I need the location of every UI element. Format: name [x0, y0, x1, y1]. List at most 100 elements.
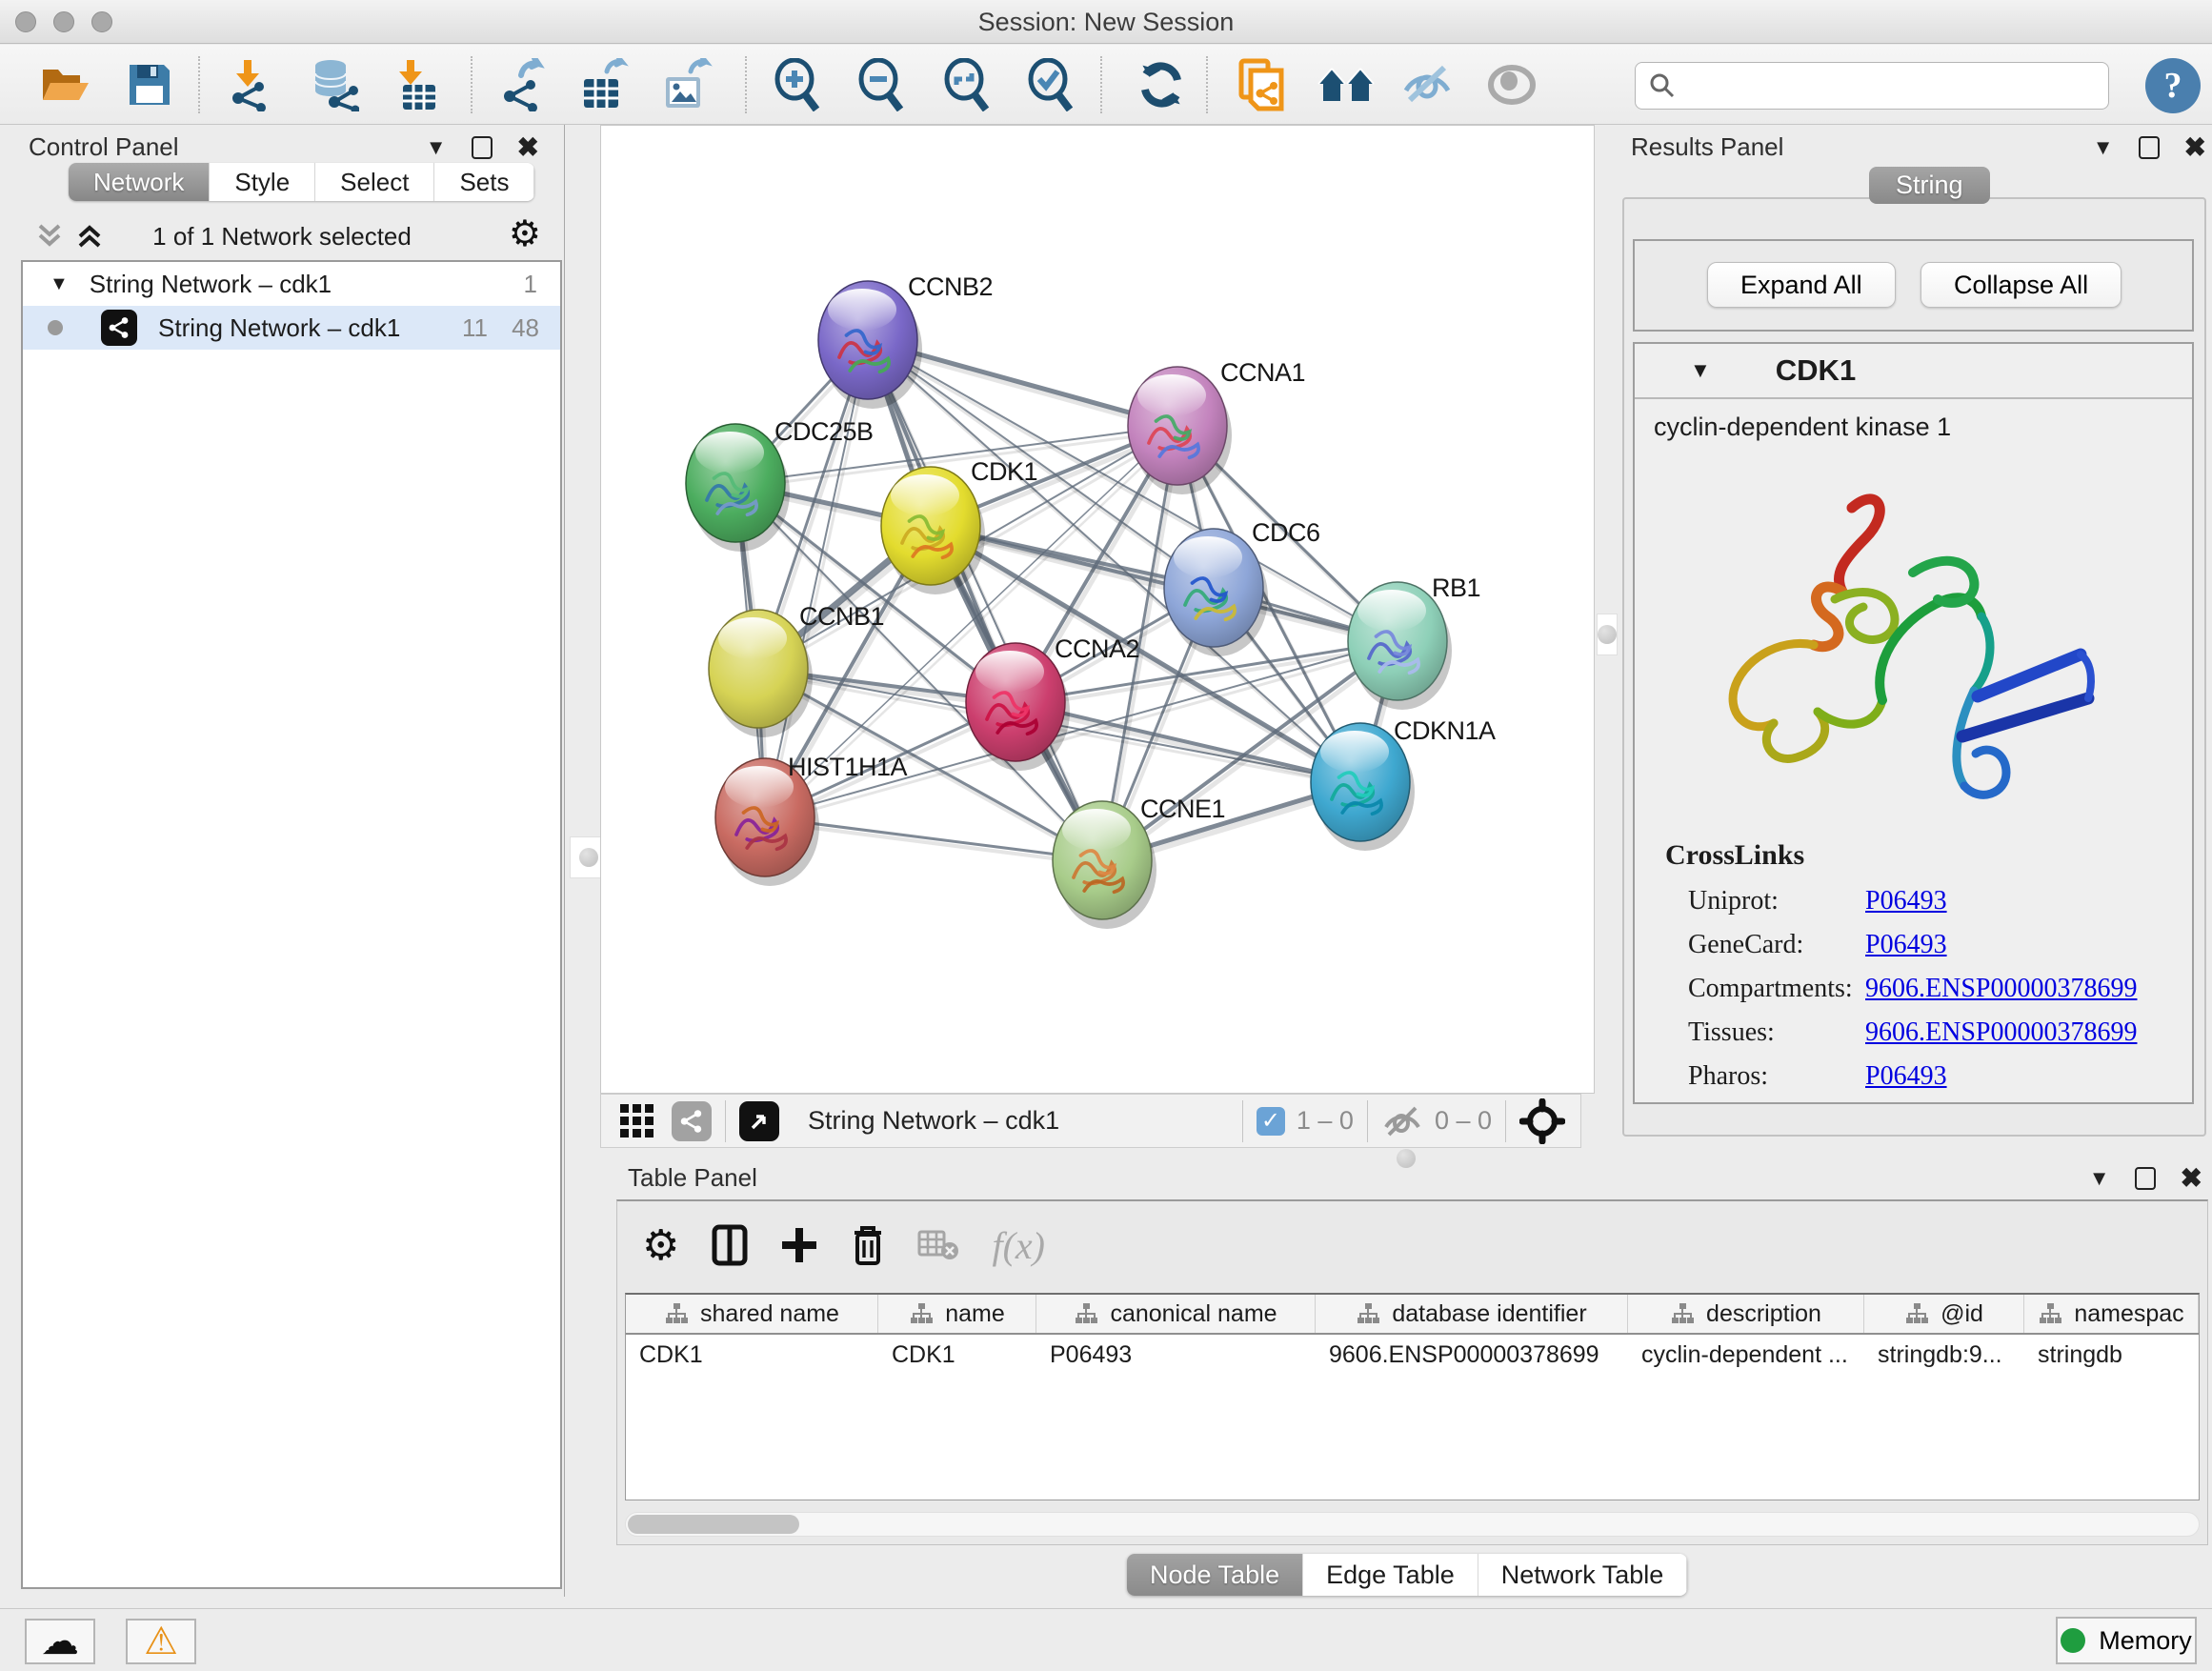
birds-eye-view-icon[interactable]: [618, 1102, 656, 1140]
cloud-status-button[interactable]: ☁: [25, 1619, 95, 1664]
tab-node-table[interactable]: Node Table: [1127, 1554, 1303, 1596]
show-all-icon[interactable]: [1480, 54, 1543, 115]
node-CDKN1A[interactable]: CDKN1A: [1311, 716, 1496, 851]
zoom-out-icon[interactable]: [850, 54, 913, 115]
open-session-icon[interactable]: [34, 54, 97, 115]
crosslink-link[interactable]: P06493: [1865, 930, 1947, 960]
table-hscrollbar-thumb[interactable]: [628, 1515, 799, 1534]
first-neighbors-icon[interactable]: [1315, 54, 1377, 115]
refresh-icon[interactable]: [1130, 54, 1193, 115]
import-table-icon[interactable]: [383, 54, 446, 115]
hidden-elements-icon[interactable]: [1381, 1104, 1423, 1138]
table-cell[interactable]: 9606.ENSP00000378699: [1316, 1335, 1628, 1375]
table-row[interactable]: CDK1CDK1P064939606.ENSP00000378699cyclin…: [626, 1335, 2199, 1375]
node-RB1[interactable]: RB1: [1348, 574, 1480, 710]
tab-network[interactable]: Network: [69, 163, 210, 201]
node-CCNE1[interactable]: CCNE1: [1053, 795, 1225, 929]
tab-edge-table[interactable]: Edge Table: [1303, 1554, 1478, 1596]
node-HIST1H1A[interactable]: HIST1H1A: [715, 753, 908, 886]
column-header-database-identifier[interactable]: database identifier: [1316, 1295, 1628, 1333]
expand-all-button[interactable]: Expand All: [1707, 262, 1896, 308]
column-header-name[interactable]: name: [878, 1295, 1036, 1333]
table-cell[interactable]: stringdb: [2024, 1335, 2199, 1375]
tab-sets[interactable]: Sets: [434, 163, 534, 201]
table-panel-close-button[interactable]: ✖: [2181, 1165, 2202, 1192]
save-session-icon[interactable]: [118, 54, 181, 115]
status-bar: ☁ ⚠ Memory: [0, 1608, 2212, 1671]
tab-string[interactable]: String: [1869, 167, 1990, 204]
table-hscrollbar[interactable]: [625, 1512, 2200, 1537]
column-header-canonical-name[interactable]: canonical name: [1036, 1295, 1316, 1333]
status-divider: [725, 1100, 726, 1142]
column-header-namespac[interactable]: namespac: [2024, 1295, 2199, 1333]
warnings-button[interactable]: ⚠: [126, 1619, 196, 1664]
table-cell[interactable]: P06493: [1036, 1335, 1316, 1375]
network-list: ▼ String Network – cdk1 1 String Network…: [21, 260, 562, 1589]
right-splitter-handle[interactable]: [1597, 614, 1618, 655]
collapse-all-button[interactable]: Collapse All: [1920, 262, 2122, 308]
search-input[interactable]: [1685, 72, 2108, 100]
pan-mode-icon[interactable]: [1519, 1098, 1565, 1144]
zoom-selected-icon[interactable]: [1019, 54, 1082, 115]
table-cell[interactable]: stringdb:9...: [1864, 1335, 2024, 1375]
memory-button[interactable]: Memory: [2056, 1617, 2197, 1664]
show-columns-icon[interactable]: [712, 1224, 748, 1266]
node-CCNB1[interactable]: CCNB1: [709, 602, 884, 737]
edge-CCNB2-CCNE1[interactable]: [868, 340, 1102, 860]
hide-selected-icon[interactable]: [1397, 54, 1459, 115]
table-cell[interactable]: cyclin-dependent ...: [1628, 1335, 1864, 1375]
network-options-gear-icon[interactable]: ⚙: [509, 216, 541, 252]
results-panel-close-button[interactable]: ✖: [2184, 134, 2206, 161]
table-cell[interactable]: CDK1: [626, 1335, 878, 1375]
export-table-icon[interactable]: [573, 54, 636, 115]
create-column-icon[interactable]: [780, 1224, 818, 1266]
crosslink-link[interactable]: 9606.ENSP00000378699: [1865, 1017, 2137, 1048]
open-in-browser-icon[interactable]: [739, 1101, 779, 1141]
column-header-description[interactable]: description: [1628, 1295, 1864, 1333]
search-field[interactable]: [1635, 62, 2109, 110]
table-panel-maximize-button[interactable]: [2135, 1167, 2156, 1190]
crosslink-link[interactable]: P06493: [1865, 886, 1947, 916]
crosslink-row: Tissues:9606.ENSP00000378699: [1688, 1011, 2174, 1055]
collection-caret-icon[interactable]: ▼: [50, 273, 69, 295]
results-panel-float-button[interactable]: ▼: [2093, 137, 2114, 158]
node-label-CCNA2: CCNA2: [1055, 634, 1139, 663]
tab-network-table[interactable]: Network Table: [1478, 1554, 1688, 1596]
control-panel-close-button[interactable]: ✖: [517, 134, 539, 161]
gene-header[interactable]: ▼ CDK1: [1635, 344, 2192, 399]
import-network-database-icon[interactable]: [301, 54, 364, 115]
node-CCNA1[interactable]: CCNA1: [1128, 358, 1305, 494]
tab-style[interactable]: Style: [210, 163, 315, 201]
gene-caret-icon[interactable]: ▼: [1690, 358, 1711, 383]
network-selection-status: 1 of 1 Network selected: [0, 222, 564, 252]
zoom-in-icon[interactable]: [766, 54, 829, 115]
zoom-fit-icon[interactable]: [935, 54, 998, 115]
delete-column-icon[interactable]: [851, 1223, 885, 1267]
node-CCNA2[interactable]: CCNA2: [966, 634, 1139, 771]
column-type-icon: [1670, 1301, 1695, 1326]
network-collection-row[interactable]: ▼ String Network – cdk1 1: [23, 262, 560, 306]
selected-nodes-checkbox[interactable]: ✓: [1257, 1107, 1285, 1136]
table-cell[interactable]: CDK1: [878, 1335, 1036, 1375]
control-panel-float-button[interactable]: ▼: [426, 137, 447, 158]
crosslink-link[interactable]: P06493: [1865, 1061, 1947, 1092]
results-panel-maximize-button[interactable]: [2139, 136, 2160, 159]
new-network-from-selection-icon[interactable]: [1231, 54, 1294, 115]
export-network-icon[interactable]: [492, 54, 554, 115]
table-panel-float-button[interactable]: ▼: [2089, 1168, 2110, 1189]
column-header--id[interactable]: @id: [1864, 1295, 2024, 1333]
network-row[interactable]: String Network – cdk1 11 48: [23, 306, 560, 350]
tab-select[interactable]: Select: [315, 163, 434, 201]
help-button[interactable]: ?: [2145, 58, 2201, 113]
crosslink-link[interactable]: 9606.ENSP00000378699: [1865, 974, 2137, 1004]
function-builder-icon[interactable]: f(x): [992, 1223, 1045, 1268]
table-settings-gear-icon[interactable]: ⚙: [642, 1221, 679, 1270]
network-canvas[interactable]: CCNB2CCNA1CDC25BCDK1CDC6RB1CCNB1CCNA2CDK…: [600, 125, 1595, 1094]
control-panel-maximize-button[interactable]: [472, 136, 493, 159]
export-image-icon[interactable]: [655, 54, 718, 115]
column-header-shared-name[interactable]: shared name: [626, 1295, 878, 1333]
import-network-file-icon[interactable]: [217, 54, 280, 115]
network-share-icon[interactable]: [672, 1101, 712, 1141]
node-CCNB2[interactable]: CCNB2: [818, 272, 993, 409]
delete-table-icon[interactable]: [917, 1228, 959, 1262]
